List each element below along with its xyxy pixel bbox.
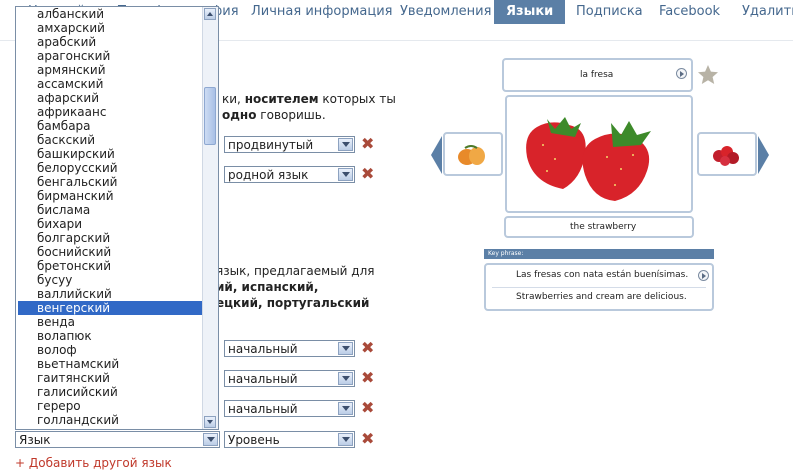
dropdown-scrollbar[interactable]	[202, 7, 218, 429]
language-select-new[interactable]: Язык	[15, 431, 220, 448]
chevron-down-icon	[338, 433, 353, 446]
chevron-down-icon	[338, 372, 353, 385]
berries-thumbnail-image	[713, 146, 739, 166]
learning-description-line1: язык, предлагаемый для	[216, 264, 375, 278]
key-phrase-header: Key phrase:	[484, 249, 714, 259]
chevron-down-icon	[338, 138, 353, 151]
chevron-down-icon	[203, 433, 218, 446]
key-phrase-label: Key phrase:	[488, 250, 524, 257]
tab-facebook[interactable]: Facebook	[659, 0, 720, 24]
arrow-right-icon	[758, 136, 769, 174]
phrase-divider	[492, 287, 706, 288]
phrase-original-text: Las fresas con nata están buenísimas.	[516, 270, 689, 280]
strawberry-image	[526, 117, 651, 201]
tab-personal-info[interactable]: Личная информация	[251, 0, 392, 24]
remove-language-button[interactable]: ✖	[361, 400, 374, 416]
tab-subscription[interactable]: Подписка	[576, 0, 643, 24]
play-icon	[676, 68, 687, 79]
dropdown-option[interactable]: албанский	[16, 7, 204, 21]
translation-text: the strawberry	[570, 222, 637, 232]
dropdown-option[interactable]: бенгальский	[16, 175, 204, 189]
add-language-link[interactable]: + Добавить другой язык	[15, 456, 172, 470]
remove-language-button[interactable]: ✖	[361, 431, 374, 447]
word-card: la fresa	[502, 58, 693, 92]
dropdown-option[interactable]: волоф	[16, 343, 204, 357]
remove-language-button[interactable]: ✖	[361, 166, 374, 182]
dropdown-option[interactable]: голландский	[16, 413, 204, 427]
dropdown-option[interactable]: венда	[16, 315, 204, 329]
native-description-line1: ки, носителем которых ты	[222, 92, 396, 106]
phrase-card: Las fresas con nata están buenísimas. St…	[484, 263, 714, 311]
arrow-left-icon	[431, 136, 442, 174]
dropdown-option[interactable]: амхарский	[16, 21, 204, 35]
tab-delete[interactable]: Удалить	[742, 0, 793, 24]
scroll-up-button[interactable]	[204, 8, 216, 20]
main-image-card	[505, 95, 693, 213]
level-select-1[interactable]: продвинутый	[224, 136, 355, 153]
dropdown-option[interactable]: ассамский	[16, 77, 204, 91]
chevron-down-icon	[338, 342, 353, 355]
dropdown-option[interactable]: вьетнамский	[16, 357, 204, 371]
native-description-line2: одно говоришь.	[222, 108, 326, 122]
dropdown-option[interactable]: бихари	[16, 217, 204, 231]
dropdown-option[interactable]: валлийский	[16, 287, 204, 301]
level-select-new[interactable]: Уровень	[224, 431, 355, 448]
dropdown-option[interactable]: венгерский	[18, 301, 204, 315]
remove-language-button[interactable]: ✖	[361, 340, 374, 356]
level-select-5[interactable]: начальный	[224, 400, 355, 417]
level-select-3[interactable]: начальный	[224, 340, 355, 357]
level-select-2[interactable]: родной язык	[224, 166, 355, 183]
dropdown-option[interactable]: галисийский	[16, 385, 204, 399]
dropdown-option[interactable]: бамбара	[16, 119, 204, 133]
dropdown-option[interactable]: африкаанс	[16, 105, 204, 119]
remove-language-button[interactable]: ✖	[361, 370, 374, 386]
tab-languages[interactable]: Языки	[494, 0, 566, 24]
dropdown-option[interactable]: арабский	[16, 35, 204, 49]
phrase-translation-text: Strawberries and cream are delicious.	[516, 292, 687, 302]
dropdown-option[interactable]: башкирский	[16, 147, 204, 161]
dropdown-option[interactable]: афарский	[16, 91, 204, 105]
word-text: la fresa	[580, 70, 614, 80]
dropdown-option[interactable]: бирманский	[16, 189, 204, 203]
level-select-4[interactable]: начальный	[224, 370, 355, 387]
tab-notifications[interactable]: Уведомления	[400, 0, 491, 24]
dropdown-option[interactable]: бислама	[16, 203, 204, 217]
dropdown-option[interactable]: армянский	[16, 63, 204, 77]
dropdown-option[interactable]: боснийский	[16, 245, 204, 259]
language-dropdown-list[interactable]: албанский амхарский арабский арагонский армя…	[15, 6, 219, 430]
fruit-thumbnail-image	[458, 145, 485, 165]
scrollbar-thumb[interactable]	[204, 87, 216, 145]
learning-description-line2: ий, испанский,	[216, 280, 319, 294]
dropdown-option[interactable]: бусуу	[16, 273, 204, 287]
remove-language-button[interactable]: ✖	[361, 136, 374, 152]
dropdown-option[interactable]: болгарский	[16, 231, 204, 245]
chevron-down-icon	[338, 168, 353, 181]
play-icon	[698, 270, 709, 281]
translation-card: the strawberry	[504, 216, 694, 238]
chevron-down-icon	[338, 402, 353, 415]
dropdown-option[interactable]: арагонский	[16, 49, 204, 63]
learning-description-line3: ецкий, португальский	[216, 296, 370, 310]
scroll-down-button[interactable]	[204, 416, 216, 428]
dropdown-option[interactable]: волапюк	[16, 329, 204, 343]
dropdown-option[interactable]: баскский	[16, 133, 204, 147]
dropdown-option[interactable]: гереро	[16, 399, 204, 413]
prev-image-card	[443, 132, 503, 176]
dropdown-option[interactable]: белорусский	[16, 161, 204, 175]
dropdown-option[interactable]: гаитянский	[16, 371, 204, 385]
star-icon	[698, 65, 718, 84]
dropdown-option[interactable]: бретонский	[16, 259, 204, 273]
next-image-card	[697, 132, 757, 176]
